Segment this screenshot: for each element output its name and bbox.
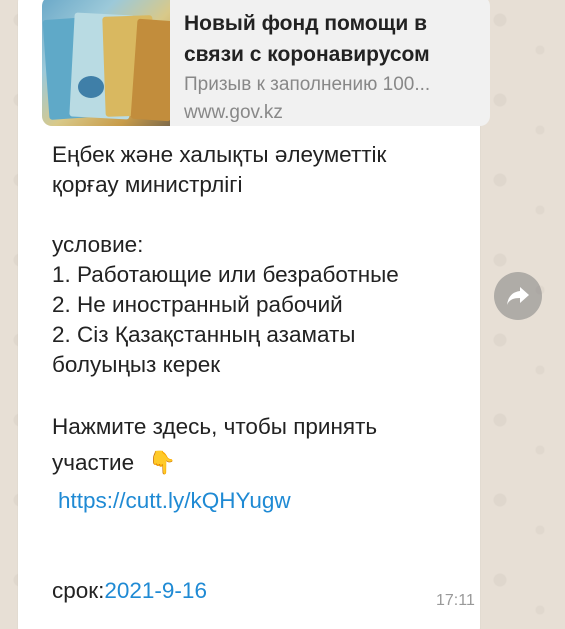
message-time: 17:11: [436, 592, 475, 609]
condition-1: 1. Работающие или безработные: [52, 262, 399, 287]
link-preview-card[interactable]: Новый фонд помощи в связи с коронавирусо…: [42, 0, 490, 126]
link-preview-title: Новый фонд помощи в связи с коронавирусо…: [184, 8, 474, 70]
condition-3b: болуыңыз керек: [52, 352, 221, 377]
message-link[interactable]: https://cutt.ly/kQHYugw: [58, 486, 291, 516]
link-preview-domain: www.gov.kz: [184, 102, 283, 123]
cta-line-2: участие 👇: [52, 448, 176, 478]
cta-line-1: Нажмите здесь, чтобы принять: [52, 414, 378, 439]
org-line-2: қорғау министрлігі: [52, 172, 243, 197]
link-preview-description: Призыв к заполнению 100...: [184, 74, 431, 95]
org-line-1: Еңбек және халықты әлеуметтік: [52, 142, 387, 167]
condition-2: 2. Не иностранный рабочий: [52, 292, 343, 317]
forward-arrow-icon: [507, 287, 529, 305]
link-preview-title-line1: Новый фонд помощи в: [184, 12, 428, 35]
deadline-label: срок:: [52, 578, 105, 603]
pointing-down-icon: 👇: [148, 450, 177, 475]
deadline-date[interactable]: 2021-9-16: [104, 578, 207, 603]
message-bubble[interactable]: Новый фонд помощи в связи с коронавирусо…: [18, 0, 490, 629]
link-preview-thumbnail: [42, 0, 170, 126]
condition-3a: 2. Сіз Қазақстанның азаматы: [52, 322, 356, 347]
cta-line-2-text: участие: [52, 450, 135, 475]
forward-button[interactable]: [494, 272, 542, 320]
condition-label: условие:: [52, 232, 144, 257]
deadline-line: срок:2021-9-16: [52, 576, 207, 606]
link-preview-title-line2: связи с коронавирусом: [184, 43, 430, 66]
